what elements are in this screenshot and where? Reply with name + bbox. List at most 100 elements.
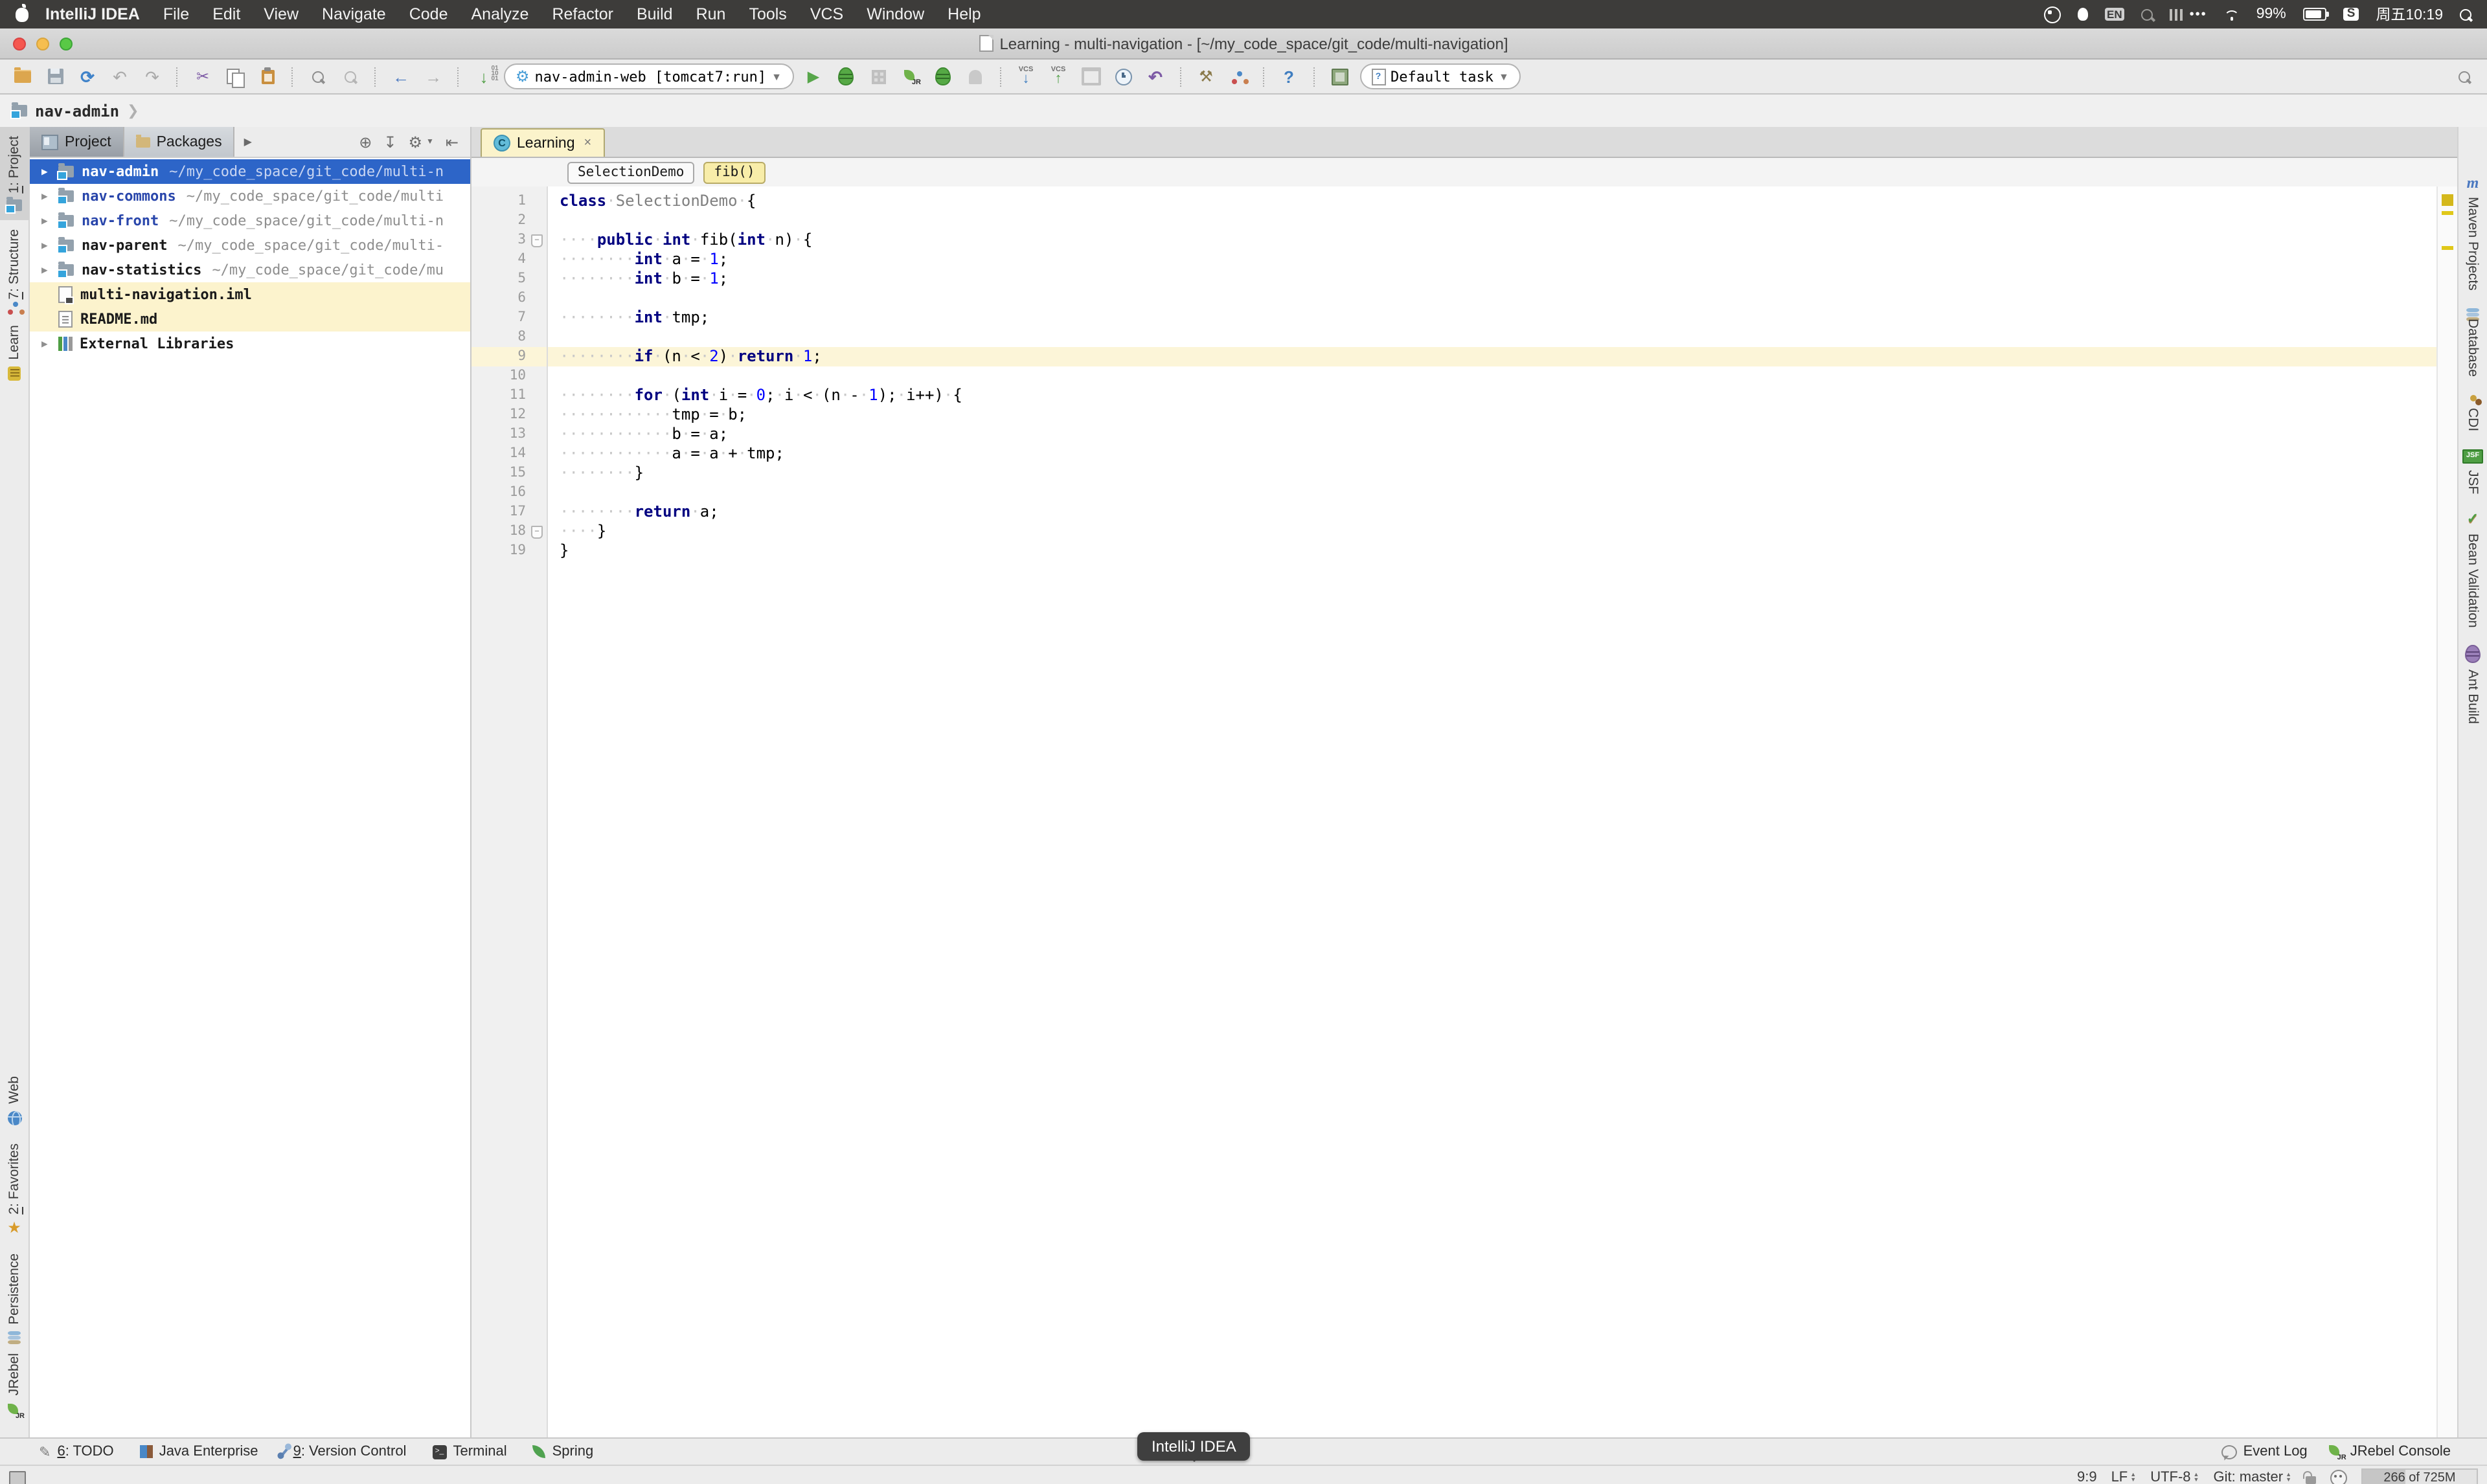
warning-mark[interactable] — [2442, 246, 2453, 249]
collapse-all-icon[interactable]: ↧ — [383, 133, 396, 151]
menu-help[interactable]: Help — [936, 5, 992, 23]
gutter-line-14[interactable]: 14 — [471, 444, 547, 464]
vcs-commit-button[interactable]: VCS ↑ — [1046, 64, 1071, 89]
find-button[interactable] — [306, 64, 330, 89]
gutter-line-6[interactable]: 6 — [471, 289, 547, 308]
undo-button[interactable]: ↶ — [108, 64, 132, 89]
gutter-line-5[interactable]: 5 — [471, 269, 547, 289]
synchronize-button[interactable]: ⟳ — [75, 64, 100, 89]
screen-record-icon[interactable] — [2043, 6, 2061, 23]
code-line-13[interactable]: ············b·=·a; — [548, 425, 2436, 444]
editor-tab-learning[interactable]: C Learning × — [481, 128, 605, 157]
stripe-item-structure[interactable]: 7: Structure — [0, 221, 28, 316]
code-line-4[interactable]: ········int·a·=·1; — [548, 250, 2436, 269]
menu-navigate[interactable]: Navigate — [310, 5, 398, 23]
menu-build[interactable]: Build — [625, 5, 685, 23]
menu-code[interactable]: Code — [398, 5, 460, 23]
breadcrumb-method[interactable]: fib() — [703, 161, 766, 183]
menu-edit[interactable]: Edit — [201, 5, 252, 23]
readonly-lock-icon[interactable] — [2302, 1470, 2316, 1483]
input-method-badge[interactable]: EN — [2104, 7, 2125, 21]
gutter-line-19[interactable]: 19 — [471, 541, 547, 561]
code-line-3[interactable]: ····public·int·fib(int·n)·{ — [548, 230, 2436, 250]
menu-analyze[interactable]: Analyze — [460, 5, 541, 23]
menu-view[interactable]: View — [252, 5, 310, 23]
minimize-window-button[interactable] — [36, 37, 49, 50]
menu-intellij-idea[interactable]: IntelliJ IDEA — [34, 5, 152, 23]
stripe-item-cdi[interactable]: CDI — [2459, 387, 2487, 441]
expand-arrow-icon[interactable]: ▶ — [41, 338, 58, 350]
help-button[interactable]: ? — [1277, 64, 1301, 89]
code-line-12[interactable]: ············tmp·=·b; — [548, 405, 2436, 425]
tree-row-readme-md[interactable]: README.md — [30, 307, 470, 332]
gutter-line-7[interactable]: 7 — [471, 308, 547, 328]
menu-tools[interactable]: Tools — [737, 5, 798, 23]
jrebel-config-button[interactable] — [1327, 64, 1352, 89]
code-line-2[interactable] — [548, 211, 2436, 230]
toolwindow-terminal[interactable]: >_ Terminal — [432, 1444, 507, 1459]
stripe-item-jrebel[interactable]: JRebel JR — [0, 1345, 28, 1427]
zoom-window-button[interactable] — [60, 37, 73, 50]
hide-panel-icon[interactable]: ⇤ — [446, 133, 459, 151]
gutter-line-9[interactable]: 9 — [471, 347, 547, 366]
close-tab-icon[interactable]: × — [584, 136, 592, 150]
gutter-line-2[interactable]: 2 — [471, 211, 547, 230]
search-everywhere-button[interactable] — [2452, 64, 2477, 89]
memory-indicator[interactable]: 266 of 725M — [2361, 1468, 2478, 1484]
nav-crumb[interactable]: nav-admin — [35, 102, 119, 120]
tree-row-nav-statistics[interactable]: ▶ nav-statistics ~/my_code_space/git_code/… — [30, 258, 470, 282]
toolwindow-todo[interactable]: ✎ 6: TODO — [39, 1443, 114, 1460]
gutter-line-13[interactable]: 13 — [471, 425, 547, 444]
tree-row-nav-commons[interactable]: ▶ nav-commons ~/my_code_space/git_code/mul… — [30, 184, 470, 208]
redo-button[interactable]: ↷ — [140, 64, 165, 89]
profiler-button[interactable] — [963, 64, 988, 89]
jrebel-debug-button[interactable] — [931, 64, 955, 89]
toolwindow-jrebel-console[interactable]: JR JRebel Console — [2328, 1444, 2451, 1462]
rollback-button[interactable]: ↶ — [1143, 64, 1168, 89]
battery-icon[interactable] — [2302, 8, 2329, 21]
more-tabs-button[interactable]: ▶ — [235, 127, 261, 157]
stripe-item-learn[interactable]: Learn — [0, 315, 28, 389]
replace-button[interactable] — [338, 64, 363, 89]
code-line-18[interactable]: ····} — [548, 522, 2436, 541]
encoding-select[interactable]: UTF-8 ▲ ▼ — [2150, 1470, 2199, 1484]
code-line-10[interactable] — [548, 366, 2436, 386]
caret-position[interactable]: 9:9 — [2077, 1470, 2097, 1484]
vcs-update-button[interactable]: VCS ↓ — [1014, 64, 1038, 89]
stripe-item-bean-validation[interactable]: ✓ Bean Validation — [2459, 503, 2487, 636]
git-branch-select[interactable]: Git: master ▲ ▼ — [2213, 1470, 2291, 1484]
code-line-19[interactable]: } — [548, 541, 2436, 561]
sogou-badge[interactable]: S — [2343, 8, 2359, 21]
toolwindow-spring[interactable]: Spring — [532, 1444, 593, 1459]
tab-packages[interactable]: Packages — [124, 127, 235, 157]
paste-button[interactable] — [255, 64, 280, 89]
penguin-tray-icon[interactable] — [2077, 8, 2088, 21]
close-window-button[interactable] — [13, 37, 26, 50]
stripe-item-maven-projects[interactable]: m Maven Projects — [2459, 166, 2487, 300]
breadcrumb-class[interactable]: SelectionDemo — [567, 161, 695, 183]
wifi-icon[interactable] — [2224, 8, 2240, 20]
stripe-item-favorites[interactable]: 2: Favorites ★ — [0, 1134, 28, 1245]
warning-mark[interactable] — [2442, 211, 2453, 214]
cut-button[interactable]: ✂ — [190, 64, 215, 89]
tab-project[interactable]: Project — [30, 127, 124, 157]
debug-button[interactable] — [834, 64, 858, 89]
tree-row-nav-admin[interactable]: ▶ nav-admin ~/my_code_space/git_code/multi… — [30, 159, 470, 184]
toolwindow-version-control[interactable]: 9: Version Control — [280, 1444, 406, 1459]
project-structure-button[interactable] — [1226, 64, 1251, 89]
toolwindow-java-enterprise[interactable]: Java Enterprise — [139, 1444, 258, 1459]
gutter-line-4[interactable]: 4 — [471, 250, 547, 269]
menu-bar-clock[interactable]: 周五10:19 — [2376, 4, 2443, 25]
gutter-line-16[interactable]: 16 — [471, 483, 547, 502]
fold-marker-icon[interactable]: − — [531, 526, 543, 539]
tree-row-nav-parent[interactable]: ▶ nav-parent ~/my_code_space/git_code/mult… — [30, 233, 470, 258]
menu-vcs[interactable]: VCS — [799, 5, 855, 23]
code-line-8[interactable] — [548, 328, 2436, 347]
gutter-line-15[interactable]: 15 — [471, 464, 547, 483]
stripe-item-ant-build[interactable]: Ant Build — [2459, 636, 2487, 734]
shelve-button[interactable] — [1078, 64, 1103, 89]
gutter-line-1[interactable]: 1 — [471, 192, 547, 211]
gutter-line-3[interactable]: 3− — [471, 230, 547, 250]
copy-button[interactable] — [223, 64, 247, 89]
run-button[interactable]: ▶ — [801, 64, 826, 89]
